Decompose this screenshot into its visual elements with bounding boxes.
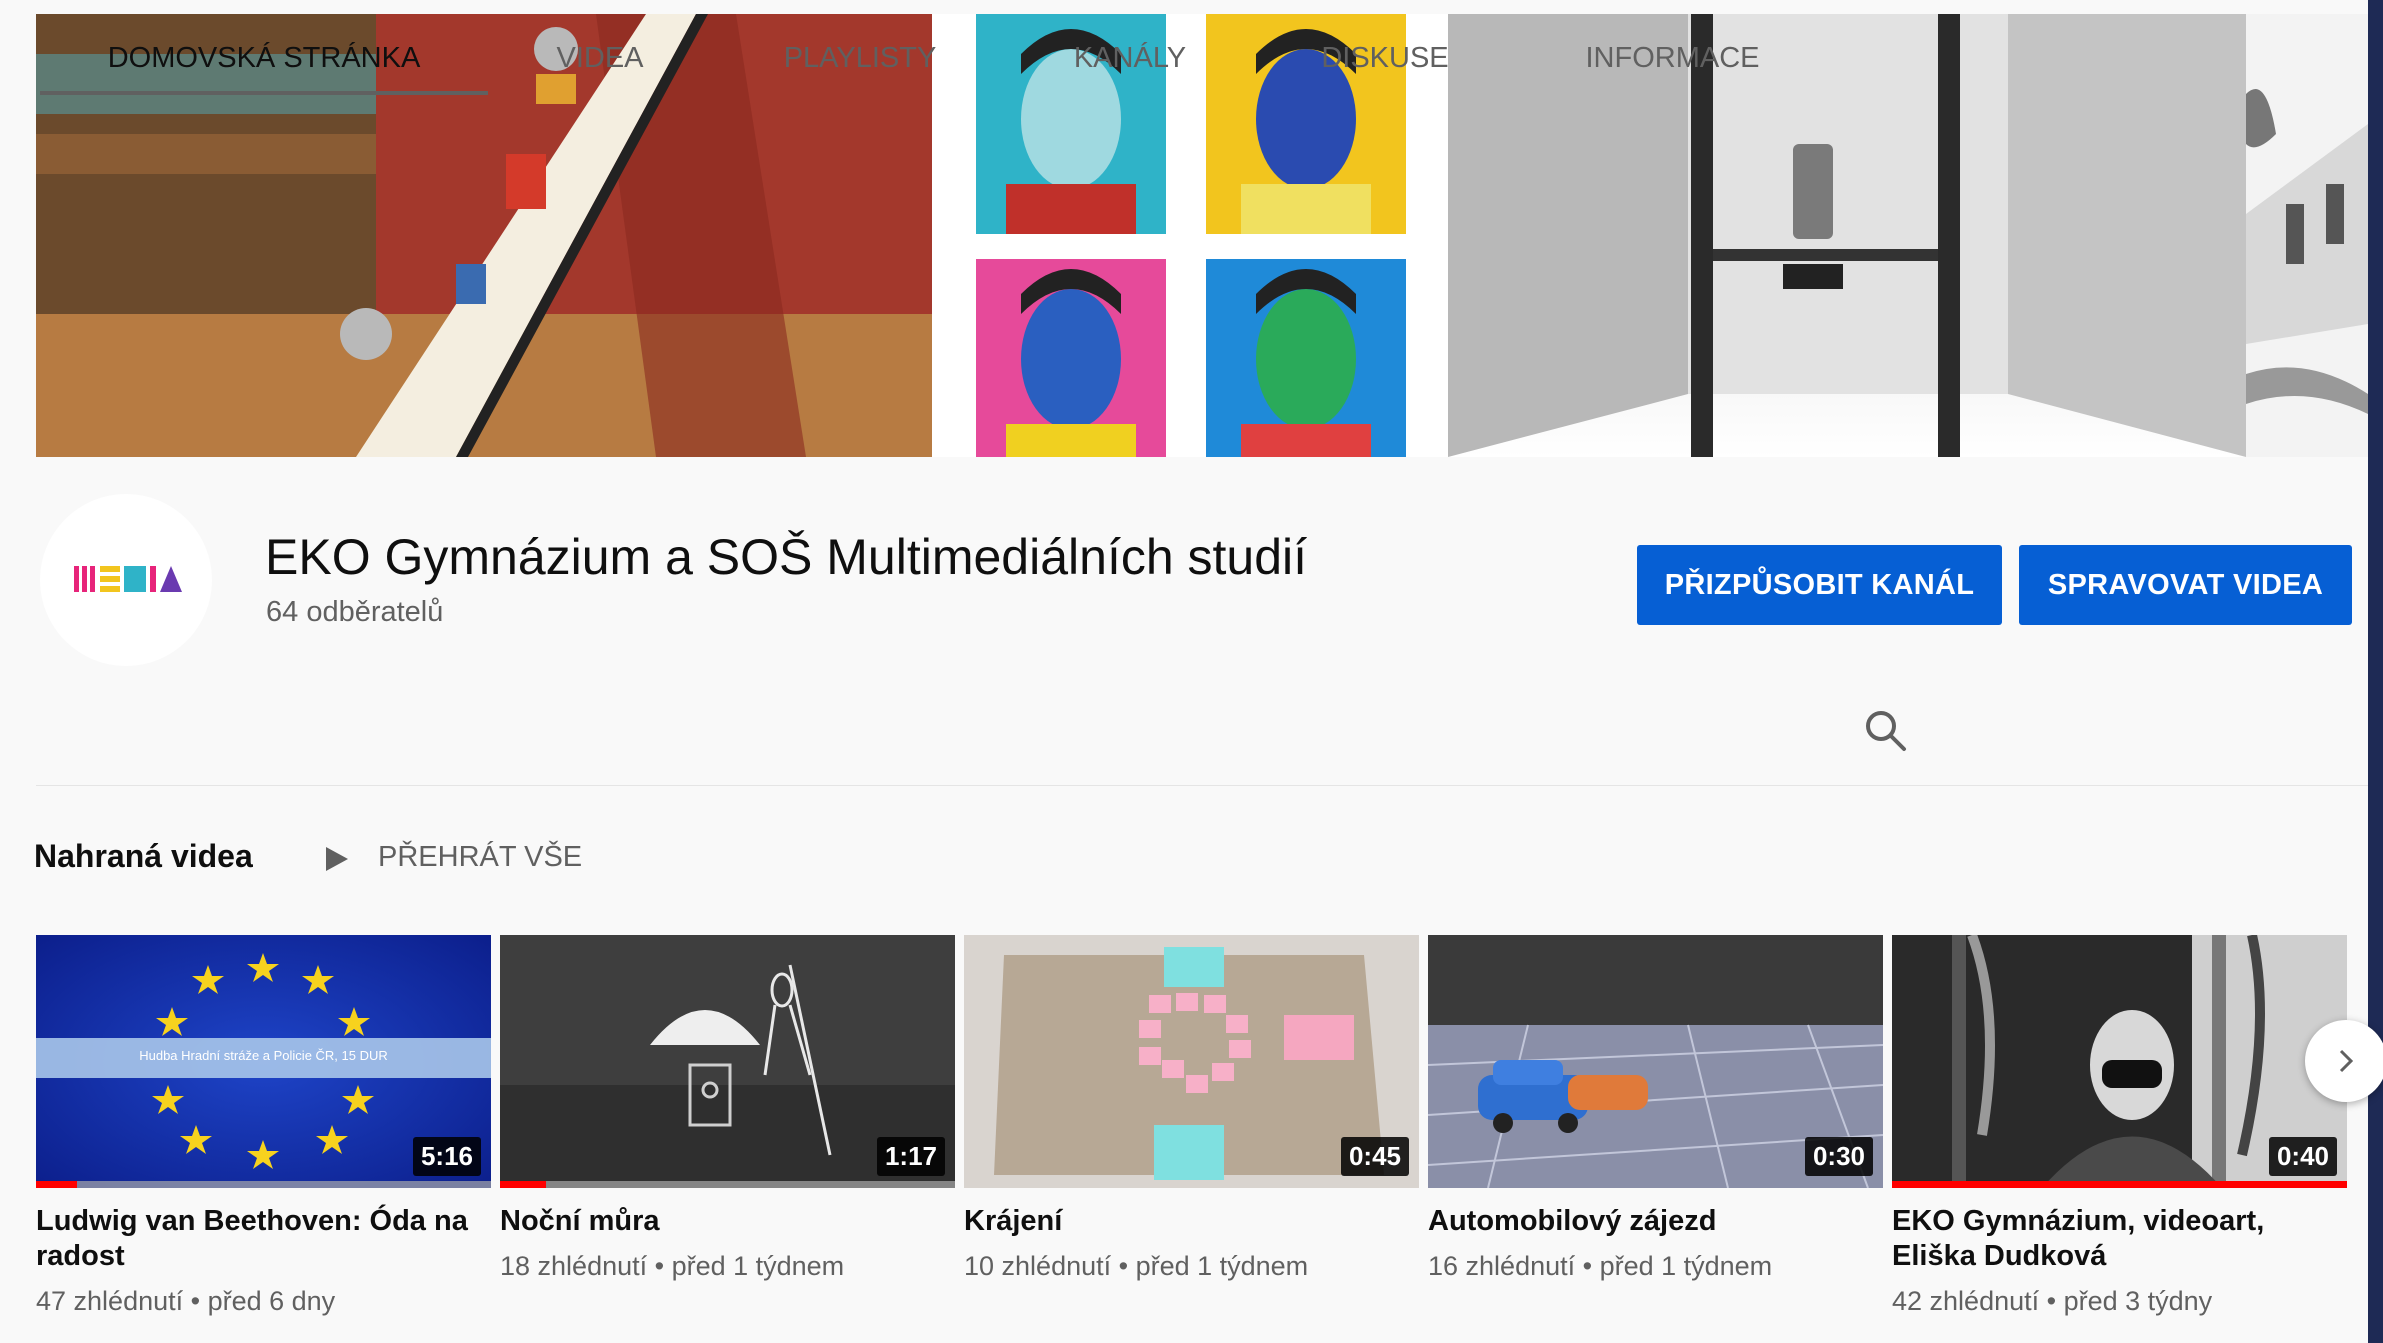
media-logo-icon — [74, 566, 182, 592]
video-title[interactable]: Krájení — [964, 1204, 1404, 1239]
video-card[interactable]: Hudba Hradní stráže a Policie ČR, 15 DUR… — [36, 935, 491, 1317]
video-thumbnail[interactable]: Hudba Hradní stráže a Policie ČR, 15 DUR… — [36, 935, 491, 1188]
video-thumbnail[interactable]: 0:40 — [1892, 935, 2347, 1188]
video-meta: 42 zhlédnutí • před 3 týdny — [1892, 1286, 2213, 1316]
tab-channels[interactable]: KANÁLY — [1060, 20, 1200, 95]
video-meta: 10 zhlédnutí • před 1 týdnem — [964, 1251, 1309, 1281]
watch-progress-bar — [36, 1181, 77, 1188]
video-duration: 0:45 — [1340, 1137, 1409, 1176]
tab-discussion[interactable]: DISKUSE — [1310, 20, 1460, 95]
play-icon[interactable] — [322, 845, 350, 873]
video-meta: 18 zhlédnutí • před 1 týdnem — [500, 1251, 845, 1281]
video-duration: 5:16 — [412, 1137, 481, 1176]
chevron-right-icon[interactable] — [2305, 1020, 2383, 1102]
video-card[interactable]: 0:30 Automobilový zájezd 16 zhlédnutí • … — [1428, 935, 1883, 1282]
video-duration: 0:30 — [1804, 1137, 1873, 1176]
subscriber-count: 64 odběratelů — [266, 596, 444, 628]
video-meta: 16 zhlédnutí • před 1 týdnem — [1428, 1251, 1773, 1281]
section-title[interactable]: Nahraná videa — [34, 838, 253, 875]
manage-videos-button[interactable]: SPRAVOVAT VIDEA — [2019, 545, 2352, 625]
video-card[interactable]: 1:17 Noční můra 18 zhlédnutí • před 1 tý… — [500, 935, 955, 1282]
watch-progress-bar — [500, 1181, 546, 1188]
channel-avatar[interactable] — [40, 494, 212, 666]
window-edge — [2368, 0, 2383, 1343]
video-card[interactable]: 0:45 Krájení 10 zhlédnutí • před 1 týdne… — [964, 935, 1419, 1282]
tabs-divider — [36, 785, 2368, 786]
tab-home[interactable]: DOMOVSKÁ STRÁNKA — [40, 20, 488, 95]
banner-room-render-image — [1448, 14, 2246, 457]
video-title[interactable]: Ludwig van Beethoven: Óda na radost — [36, 1204, 476, 1274]
video-thumbnail[interactable]: 0:30 — [1428, 935, 1883, 1188]
customize-channel-button[interactable]: PŘIZPŮSOBIT KANÁL — [1637, 545, 2002, 625]
banner-sketch-image — [2246, 14, 2368, 457]
channel-name: EKO Gymnázium a SOŠ Multimediálních stud… — [265, 529, 1308, 585]
video-duration: 0:40 — [2268, 1137, 2337, 1176]
video-thumbnail[interactable]: 0:45 — [964, 935, 1419, 1188]
tab-playlists[interactable]: PLAYLISTY — [770, 20, 950, 95]
video-duration: 1:17 — [876, 1137, 945, 1176]
video-card[interactable]: 0:40 EKO Gymnázium, videoart, Eliška Dud… — [1892, 935, 2347, 1317]
thumbnail-caption: Hudba Hradní stráže a Policie ČR, 15 DUR — [139, 1048, 388, 1063]
watch-progress-bar — [1892, 1181, 2347, 1188]
tab-about[interactable]: INFORMACE — [1570, 20, 1775, 95]
video-thumbnail[interactable]: 1:17 — [500, 935, 955, 1188]
search-icon[interactable] — [1862, 707, 1908, 753]
video-title[interactable]: EKO Gymnázium, videoart, Eliška Dudková — [1892, 1204, 2332, 1274]
tab-videos[interactable]: VIDEA — [540, 20, 660, 95]
video-meta: 47 zhlédnutí • před 6 dny — [36, 1286, 336, 1316]
video-title[interactable]: Noční můra — [500, 1204, 940, 1239]
video-title[interactable]: Automobilový zájezd — [1428, 1204, 1868, 1239]
progress-track — [36, 1181, 491, 1188]
progress-track — [500, 1181, 955, 1188]
play-all-button[interactable]: PŘEHRÁT VŠE — [378, 841, 582, 874]
